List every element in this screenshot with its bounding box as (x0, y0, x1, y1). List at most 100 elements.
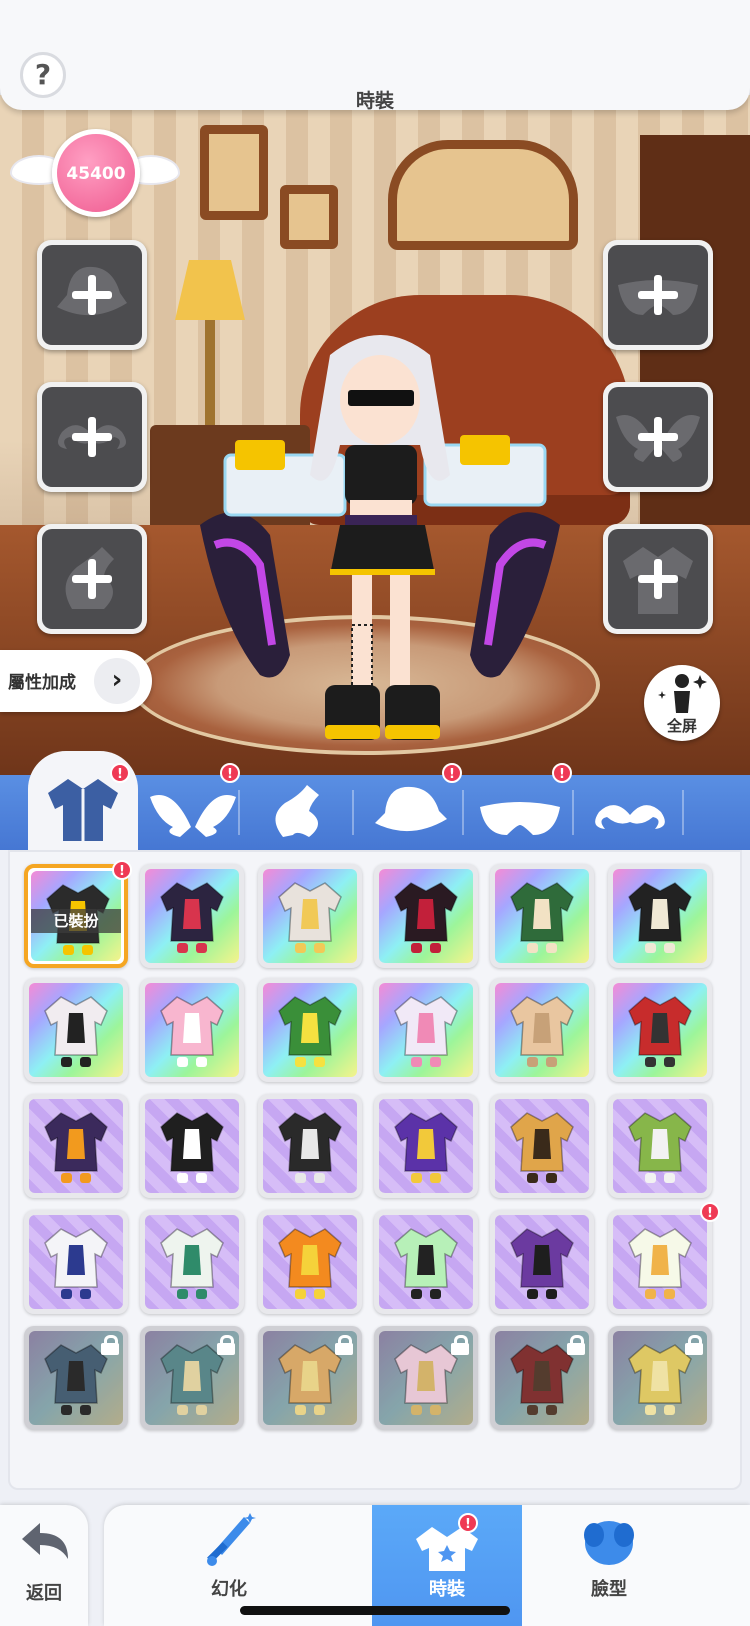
hat-icon (375, 786, 447, 832)
outfit-item[interactable] (374, 1210, 478, 1314)
back-button[interactable]: 返回 (0, 1505, 88, 1626)
wings-icon (150, 795, 236, 837)
back-arrow-icon (22, 1523, 68, 1559)
outfit-item[interactable]: ! (608, 1202, 720, 1314)
wings-slot[interactable] (603, 382, 713, 492)
outfit-item[interactable] (490, 1210, 594, 1314)
add-icon (72, 275, 112, 315)
outfit-item[interactable] (140, 1210, 244, 1314)
outfit-item[interactable] (24, 1094, 128, 1198)
outfit-item[interactable] (258, 978, 362, 1082)
outfit-icon (416, 1527, 478, 1571)
fullscreen-label: 全屏 (666, 717, 697, 735)
outfit-item[interactable] (24, 978, 128, 1082)
outfit-item[interactable] (140, 1094, 244, 1198)
notification-badge: ! (110, 763, 130, 783)
tab-mustache[interactable] (575, 775, 685, 850)
outfit-image (160, 1228, 224, 1299)
outfit-thumbnail (29, 1215, 123, 1309)
hat-slot[interactable] (37, 240, 147, 350)
outfit-item[interactable] (490, 864, 594, 968)
outfit-thumbnail (263, 1215, 357, 1309)
tab-tail[interactable] (245, 775, 355, 850)
add-icon (638, 275, 678, 315)
outfit-image (160, 882, 224, 953)
outfit-item[interactable]: 已裝扮! (24, 860, 132, 968)
wall-frame-left (200, 125, 268, 220)
outfit-image (628, 882, 692, 953)
wall-frame-small (280, 185, 338, 249)
outfit-thumbnail (613, 869, 707, 963)
hat-slot-inner (42, 245, 142, 345)
outfit-item[interactable] (490, 978, 594, 1082)
nav-face-label: 臉型 (591, 1579, 627, 1600)
home-indicator (240, 1606, 510, 1615)
notification-badge: ! (700, 1202, 720, 1222)
lock-icon (335, 1335, 353, 1355)
tail-slot[interactable] (37, 524, 147, 634)
outfit-thumbnail (495, 1331, 589, 1425)
outfit-item[interactable] (608, 1094, 712, 1198)
outfit-item[interactable] (258, 1326, 362, 1430)
page-title: 時裝 (355, 90, 394, 112)
outfit-item[interactable] (140, 978, 244, 1082)
outfit-thumbnail (263, 869, 357, 963)
equipped-label: 已裝扮 (31, 909, 121, 933)
back-label: 返回 (26, 1583, 62, 1604)
outfit-item[interactable] (24, 1326, 128, 1430)
outfit-item[interactable] (24, 1210, 128, 1314)
outfit-thumbnail (495, 1099, 589, 1193)
mustache-slot-inner (42, 387, 142, 487)
tab-hat[interactable] (355, 775, 465, 850)
outfit-thumbnail: 已裝扮 (31, 871, 121, 961)
attribute-bonus-button[interactable]: 屬性加成 › (0, 650, 152, 712)
category-tab-bar: ! ! ! ! (0, 751, 750, 851)
coin-badge[interactable]: 45400 (10, 127, 180, 217)
outfit-item[interactable] (374, 864, 478, 968)
tab-mask[interactable] (465, 775, 575, 850)
outfit-image (44, 1228, 108, 1299)
lock-icon (451, 1335, 469, 1355)
outfit-thumbnail (495, 869, 589, 963)
nav-face[interactable]: 臉型 (534, 1505, 684, 1626)
tab-wings[interactable] (138, 775, 248, 850)
notification-badge: ! (552, 763, 572, 783)
fullscreen-button[interactable]: 全屏 (644, 665, 720, 741)
tab-divider (572, 790, 574, 835)
outfit-image (278, 882, 342, 953)
lock-icon (101, 1335, 119, 1355)
outfit-thumbnail (613, 983, 707, 1077)
mask-slot[interactable] (603, 240, 713, 350)
outfit-item[interactable] (608, 1326, 712, 1430)
outfit-item[interactable] (374, 1094, 478, 1198)
mask-slot-inner (608, 245, 708, 345)
outfit-image (394, 882, 458, 953)
lock-icon (685, 1335, 703, 1355)
outfit-item[interactable] (258, 864, 362, 968)
outfit-item[interactable] (374, 1326, 478, 1430)
outfit-item[interactable] (608, 978, 712, 1082)
outfit-item[interactable] (258, 1210, 362, 1314)
outfit-item[interactable] (490, 1094, 594, 1198)
outfit-slot[interactable] (603, 524, 713, 634)
outfit-item[interactable] (608, 864, 712, 968)
outfit-item[interactable] (140, 864, 244, 968)
outfit-item[interactable] (490, 1326, 594, 1430)
outfit-thumbnail (613, 1331, 707, 1425)
outfit-item[interactable] (140, 1326, 244, 1430)
attribute-bonus-label: 屬性加成 (8, 673, 76, 693)
wings-slot-inner (608, 387, 708, 487)
outfit-item[interactable] (258, 1094, 362, 1198)
tab-divider (238, 790, 240, 835)
tab-divider (462, 790, 464, 835)
mustache-icon (595, 805, 665, 829)
outfit-item[interactable] (374, 978, 478, 1082)
wall-mirror (388, 140, 578, 250)
notification-badge: ! (442, 763, 462, 783)
outfit-image (160, 1112, 224, 1183)
tab-divider (682, 790, 684, 835)
lock-icon (217, 1335, 235, 1355)
room-lamp (175, 260, 245, 320)
mustache-slot[interactable] (37, 382, 147, 492)
character-avatar[interactable] (180, 325, 580, 755)
